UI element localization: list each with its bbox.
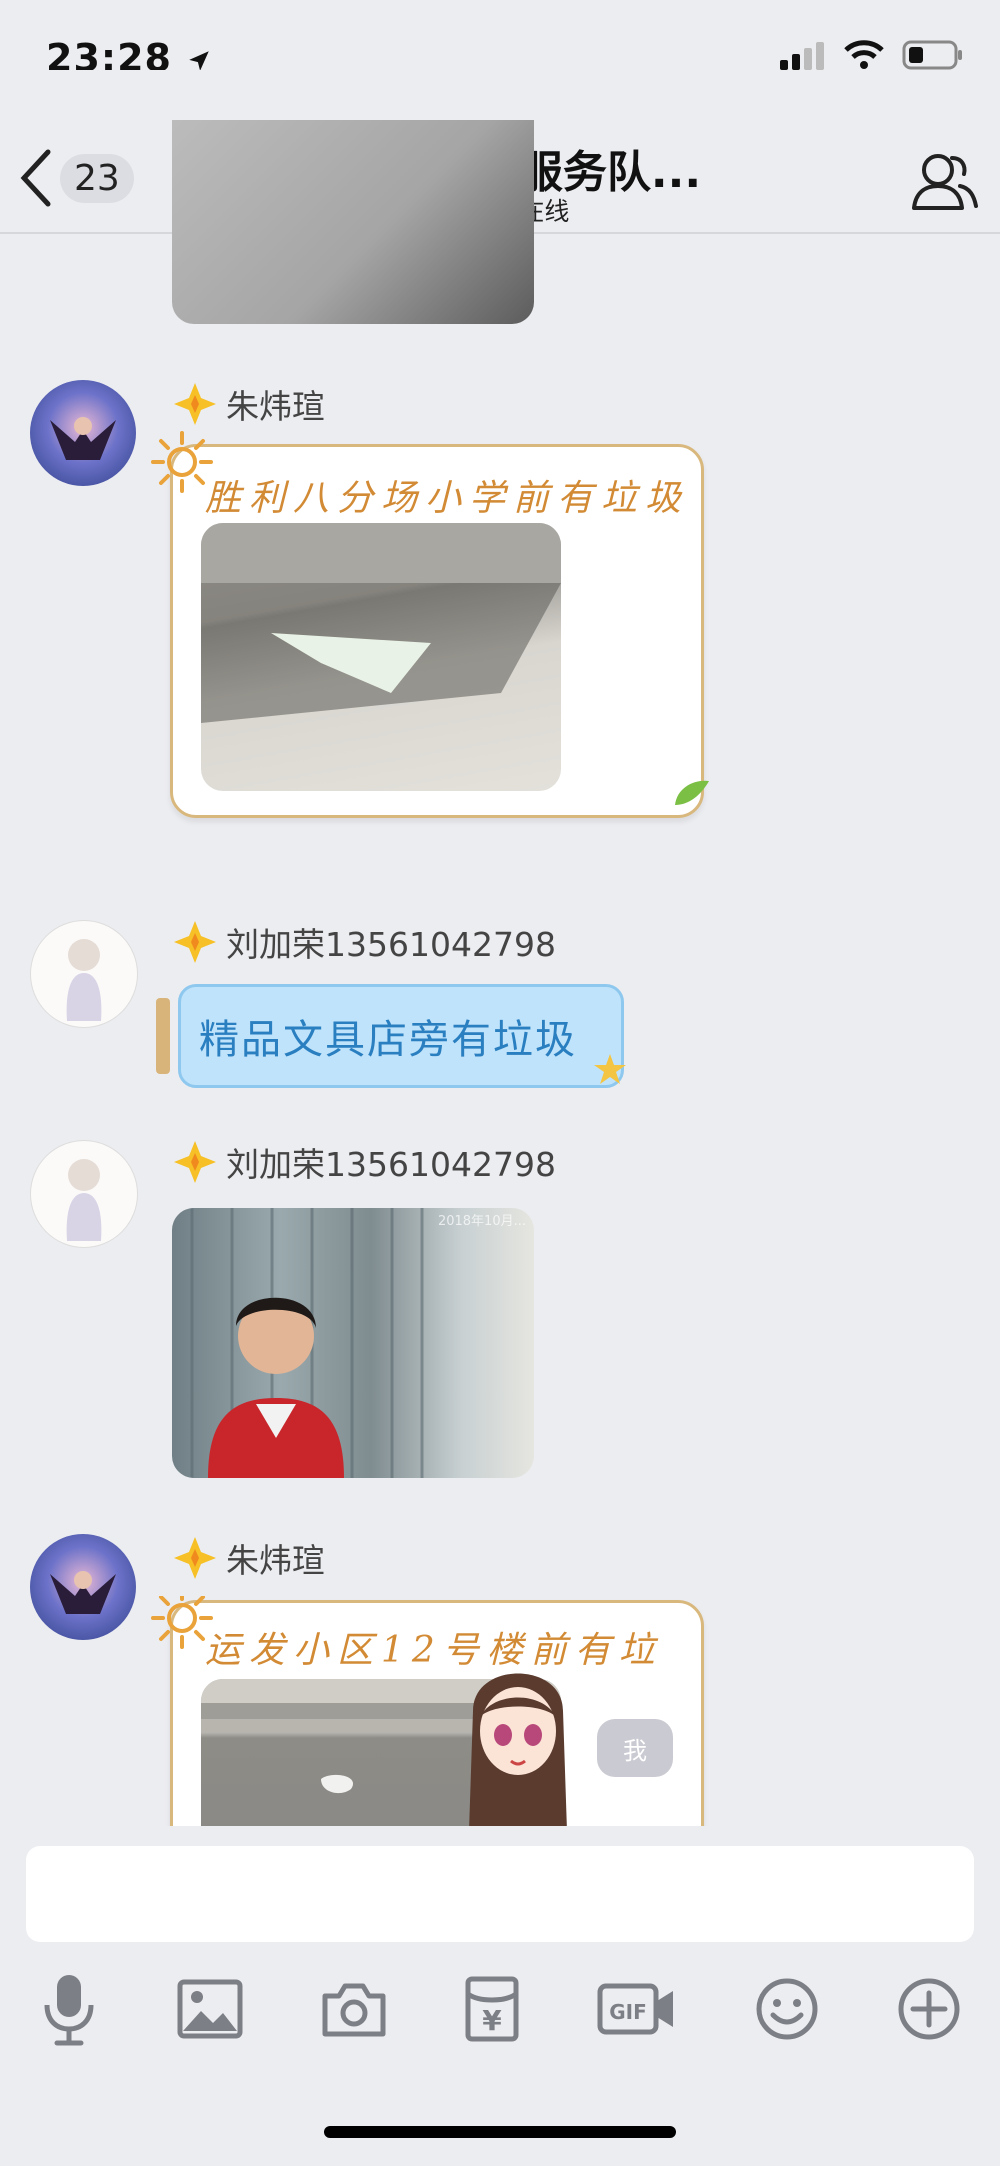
chat-toolbar: ¥ GIF <box>0 1962 1000 2056</box>
message-bubble[interactable]: 精品文具店旁有垃圾 <box>156 980 626 1088</box>
sender-row: 朱炜瑄 <box>172 380 325 428</box>
sender-name: 朱炜瑄 <box>226 387 325 426</box>
sparkle-badge-icon <box>174 1537 216 1579</box>
message-card[interactable]: 运发小区12号楼前有垃圾 我 <box>151 1596 704 1826</box>
star-icon <box>594 1054 626 1084</box>
red-packet-icon[interactable]: ¥ <box>465 1976 519 2042</box>
sparkle-badge-icon <box>174 383 216 425</box>
photo-timestamp: 2018年10月... <box>437 1214 526 1229</box>
message-input[interactable] <box>26 1846 974 1942</box>
avatar[interactable] <box>30 920 138 1028</box>
wifi-icon <box>844 40 884 69</box>
sender-name: 刘加荣13561042798 <box>226 1145 556 1184</box>
sparkle-badge-icon <box>174 921 216 963</box>
image-icon[interactable] <box>177 1979 243 2039</box>
message-photo[interactable]: 2018年10月... <box>172 1208 534 1478</box>
message-text: 精品文具店旁有垃圾 <box>199 1017 577 1063</box>
mic-icon[interactable] <box>39 1971 99 2047</box>
person-icon <box>912 154 978 210</box>
avatar[interactable] <box>30 1140 138 1248</box>
sticker-label: 我 <box>623 1736 647 1765</box>
camera-icon[interactable] <box>321 1980 387 2038</box>
sticker-bubble: 我 <box>597 1719 673 1777</box>
emoji-icon[interactable] <box>755 1977 819 2041</box>
group-members-button[interactable] <box>908 146 980 218</box>
status-icons <box>778 40 964 70</box>
sender-row: 朱炜瑄 <box>172 1534 325 1582</box>
home-indicator[interactable] <box>324 2126 676 2138</box>
sender-name: 刘加荣13561042798 <box>226 925 556 964</box>
gif-icon[interactable]: GIF <box>597 1981 677 2037</box>
sticker-character <box>463 1651 573 1826</box>
plus-icon[interactable] <box>897 1977 961 2041</box>
message-card[interactable]: 胜利八分场小学前有垃圾 <box>151 431 709 818</box>
signal-icon <box>780 42 824 70</box>
gif-text: GIF <box>609 2000 647 2024</box>
card-title: 胜利八分场小学前有垃圾 <box>205 478 690 519</box>
battery-icon <box>902 40 962 70</box>
sender-row: 刘加荣13561042798 <box>172 1138 556 1186</box>
message-photo[interactable] <box>201 523 561 791</box>
sparkle-badge-icon <box>174 1141 216 1183</box>
yuan-glyph: ¥ <box>482 2004 502 2037</box>
sender-name: 朱炜瑄 <box>226 1541 325 1580</box>
leaf-icon <box>675 780 709 805</box>
sender-row: 刘加荣13561042798 <box>172 918 556 966</box>
avatar[interactable] <box>30 380 136 486</box>
